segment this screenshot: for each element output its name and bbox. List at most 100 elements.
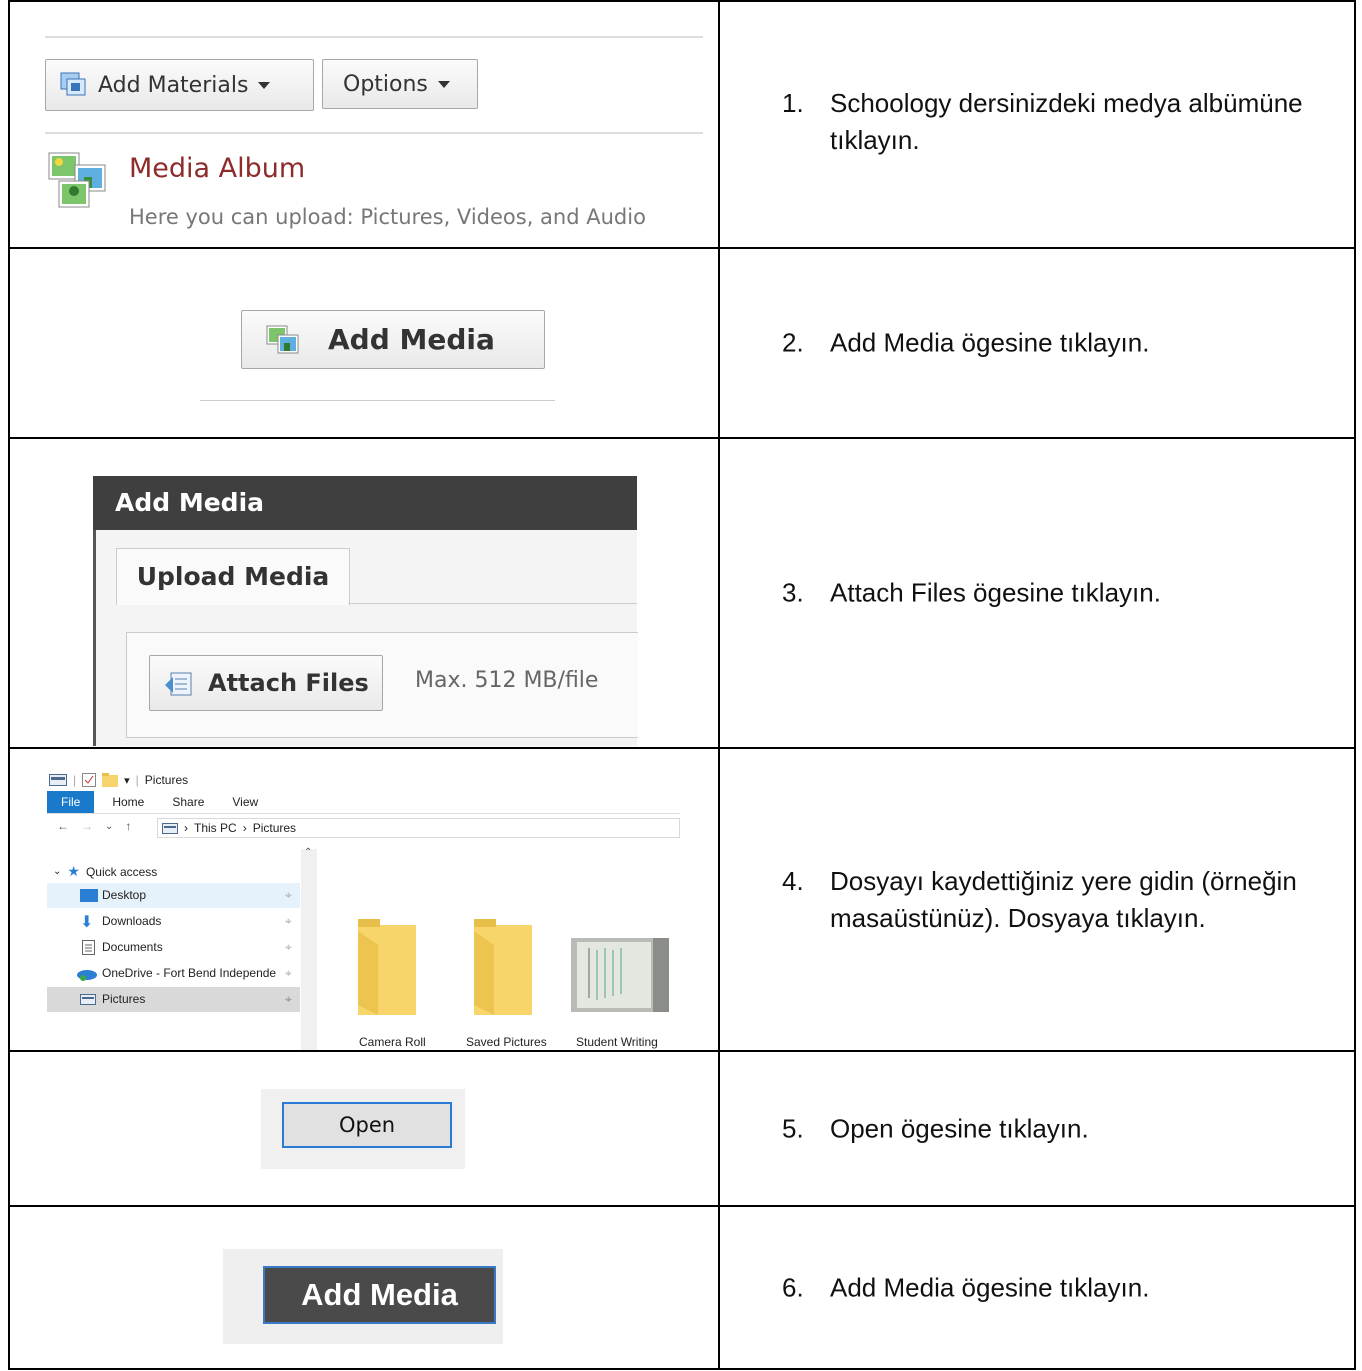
folder-label-camera-roll[interactable]: Camera Roll bbox=[359, 1035, 426, 1049]
divider bbox=[45, 132, 703, 134]
screenshot-cell-4: | ▾ | Pictures File Home Share View ← → … bbox=[8, 747, 720, 1052]
breadcrumb-this-pc[interactable]: This PC bbox=[194, 821, 237, 835]
separator: | bbox=[135, 773, 139, 787]
attach-icon bbox=[165, 672, 192, 696]
window-title: Pictures bbox=[144, 773, 189, 787]
instruction-table: Add Materials Options Media Album Here y… bbox=[8, 0, 1356, 1370]
instruction-cell-5: 5. Open ögesine tıklayın. bbox=[718, 1050, 1356, 1207]
up-arrow-icon[interactable]: ↑ bbox=[125, 819, 131, 833]
nav-label: Desktop bbox=[102, 888, 147, 902]
step-number: 5. bbox=[782, 1113, 804, 1143]
new-folder-icon[interactable] bbox=[102, 773, 119, 787]
chevron-down-icon bbox=[437, 80, 450, 88]
image-thumbnail[interactable] bbox=[571, 938, 669, 1012]
breadcrumb-separator: › bbox=[184, 821, 188, 835]
recent-chevron-icon[interactable]: ⌄ bbox=[105, 821, 113, 832]
scroll-up-icon[interactable]: ⌃ bbox=[304, 847, 312, 858]
attach-files-button[interactable]: Attach Files bbox=[149, 655, 383, 711]
open-button[interactable]: Open bbox=[282, 1102, 452, 1148]
ribbon-tab-home[interactable]: Home bbox=[112, 795, 144, 809]
ribbon-tab-share[interactable]: Share bbox=[172, 795, 204, 809]
media-album-icon[interactable] bbox=[47, 151, 109, 213]
step-text: Schoology dersinizdeki medya albümüne tı… bbox=[830, 88, 1303, 156]
step-number: 6. bbox=[782, 1272, 804, 1302]
quick-access-item[interactable]: ⌄ ★ Quick access bbox=[53, 863, 157, 880]
properties-icon[interactable] bbox=[82, 773, 97, 787]
step-text: Attach Files ögesine tıklayın. bbox=[830, 577, 1161, 608]
ribbon-tab-file[interactable]: File bbox=[47, 791, 95, 813]
pictures-location-icon bbox=[162, 822, 178, 834]
pin-icon[interactable]: ⌖ bbox=[285, 914, 292, 929]
attach-files-label: Attach Files bbox=[208, 669, 369, 697]
step-number: 2. bbox=[782, 327, 804, 358]
step-row-2: Add Media 2. Add Media ögesine tıklayın. bbox=[8, 247, 1356, 439]
chevron-down-icon bbox=[258, 81, 271, 89]
folder-icon[interactable] bbox=[358, 919, 416, 1015]
add-media-submit-button[interactable]: Add Media bbox=[263, 1266, 496, 1324]
chevron-down-icon[interactable]: ▾ bbox=[124, 774, 130, 787]
add-materials-label: Add Materials bbox=[98, 72, 249, 98]
window-icon bbox=[49, 774, 67, 786]
address-bar[interactable]: › This PC › Pictures bbox=[157, 818, 680, 838]
onedrive-cloud-icon bbox=[77, 970, 97, 981]
tab-upload-media[interactable]: Upload Media bbox=[116, 548, 350, 605]
back-arrow-icon[interactable]: ← bbox=[57, 819, 69, 833]
instruction-cell-2: 2. Add Media ögesine tıklayın. bbox=[718, 247, 1356, 439]
step-text: Add Media ögesine tıklayın. bbox=[830, 1272, 1150, 1302]
download-arrow-icon: ⬇ bbox=[80, 914, 94, 931]
breadcrumb-pictures[interactable]: Pictures bbox=[253, 821, 296, 835]
tab-divider bbox=[348, 603, 637, 604]
folder-icon[interactable] bbox=[474, 919, 532, 1015]
quick-access-label: Quick access bbox=[85, 864, 158, 879]
navigation-pane: ⌄ ★ Quick access Desktop ⌖ ⬇ Downloads ⌖… bbox=[47, 847, 317, 1050]
screenshot-cell-2: Add Media bbox=[8, 247, 720, 439]
chevron-down-icon: ⌄ bbox=[53, 866, 62, 877]
forward-arrow-icon[interactable]: → bbox=[81, 819, 93, 833]
screenshot-cell-5: Open bbox=[8, 1050, 720, 1207]
breadcrumb-separator: › bbox=[242, 821, 247, 835]
screenshot-cell-3: Add Media Upload Media Attach Files Max.… bbox=[8, 437, 720, 749]
dialog-footer: Open bbox=[261, 1089, 465, 1169]
screenshot-cell-1: Add Materials Options Media Album Here y… bbox=[8, 0, 720, 249]
instruction-cell-1: 1. Schoology dersinizdeki medya albümüne … bbox=[718, 0, 1356, 249]
step-number: 3. bbox=[782, 577, 804, 608]
step-row-3: Add Media Upload Media Attach Files Max.… bbox=[8, 437, 1356, 749]
step-row-4: | ▾ | Pictures File Home Share View ← → … bbox=[8, 747, 1356, 1052]
dialog-title: Add Media bbox=[93, 476, 637, 530]
nav-item-pictures[interactable]: Pictures ⌖ bbox=[47, 987, 300, 1012]
add-media-button[interactable]: Add Media bbox=[241, 310, 545, 369]
pin-icon[interactable]: ⌖ bbox=[285, 888, 292, 903]
pin-icon[interactable]: ⌖ bbox=[285, 966, 292, 981]
nav-item-documents[interactable]: Documents ⌖ bbox=[47, 935, 300, 960]
nav-item-downloads[interactable]: ⬇ Downloads ⌖ bbox=[47, 909, 300, 934]
pin-icon[interactable]: ⌖ bbox=[285, 940, 292, 955]
step-row-5: Open 5. Open ögesine tıklayın. bbox=[8, 1050, 1356, 1207]
nav-item-desktop[interactable]: Desktop ⌖ bbox=[47, 883, 300, 908]
step-text: Open ögesine tıklayın. bbox=[830, 1113, 1089, 1143]
pin-icon[interactable]: ⌖ bbox=[285, 992, 292, 1007]
dialog-footer: Add Media bbox=[223, 1249, 503, 1344]
ribbon-tab-view[interactable]: View bbox=[232, 795, 258, 809]
nav-item-onedrive[interactable]: OneDrive - Fort Bend Independe ⌖ bbox=[47, 961, 300, 986]
step-number: 1. bbox=[782, 88, 804, 119]
step-row-6: Add Media 6. Add Media ögesine tıklayın. bbox=[8, 1205, 1356, 1370]
nav-label: OneDrive - Fort Bend Independe bbox=[102, 966, 277, 980]
options-button[interactable]: Options bbox=[322, 59, 478, 109]
folder-label-saved-pictures[interactable]: Saved Pictures bbox=[466, 1035, 547, 1049]
media-album-description: Here you can upload: Pictures, Videos, a… bbox=[129, 205, 646, 229]
step-number: 4. bbox=[782, 865, 804, 896]
step-row-1: Add Materials Options Media Album Here y… bbox=[8, 0, 1356, 249]
nav-scrollbar[interactable]: ⌃ bbox=[301, 847, 317, 1050]
step-text: Dosyayı kaydettiğiniz yere gidin (örneği… bbox=[830, 865, 1297, 933]
desktop-icon bbox=[80, 889, 98, 902]
pictures-icon bbox=[80, 994, 96, 1005]
add-materials-button[interactable]: Add Materials bbox=[45, 59, 314, 111]
instruction-cell-6: 6. Add Media ögesine tıklayın. bbox=[718, 1205, 1356, 1370]
folder-label-student-writing[interactable]: Student Writing bbox=[576, 1035, 658, 1049]
divider bbox=[200, 400, 555, 401]
materials-icon bbox=[60, 72, 86, 96]
options-label: Options bbox=[343, 71, 428, 97]
divider bbox=[45, 36, 703, 38]
document-icon bbox=[82, 940, 95, 955]
media-album-link[interactable]: Media Album bbox=[129, 153, 305, 184]
